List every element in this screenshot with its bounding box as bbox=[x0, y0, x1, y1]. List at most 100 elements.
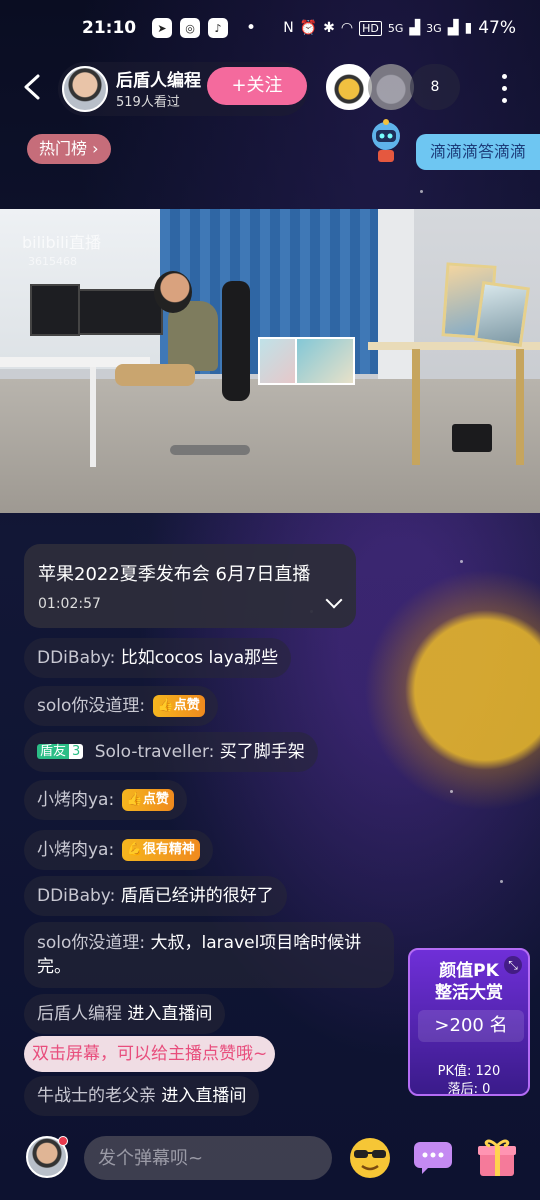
video-chair bbox=[222, 281, 250, 401]
chat-user[interactable]: DDiBaby: bbox=[37, 886, 115, 906]
video-person-head bbox=[154, 271, 192, 313]
robot-mascot-icon[interactable] bbox=[360, 114, 412, 166]
status-indicators: N ⏰ ✱ ◠ HD 5G ▟ 3G ▟ ▮ 47% bbox=[283, 18, 516, 38]
chat-message[interactable]: DDiBaby: 盾盾已经讲的很好了 bbox=[24, 876, 287, 916]
more-dot-icon bbox=[501, 73, 507, 79]
star-decoration bbox=[420, 190, 423, 193]
video-watermark: bilibili直播 bbox=[22, 233, 101, 252]
video-desk-leg bbox=[516, 349, 524, 465]
chat-text: 盾盾已经讲的很好了 bbox=[120, 886, 274, 906]
signal-5g-label: 5G bbox=[387, 21, 404, 35]
pk-rank: >200 名 bbox=[418, 1010, 524, 1042]
video-desk-leg bbox=[412, 349, 420, 465]
pk-score: PK值: 120 bbox=[437, 1064, 501, 1079]
chat-user[interactable]: 后盾人编程 bbox=[37, 1004, 122, 1024]
badge-label: 很有精神 bbox=[142, 842, 195, 857]
video-window bbox=[378, 209, 414, 389]
enter-room-message[interactable]: 牛战士的老父亲 进入直播间 bbox=[24, 1076, 260, 1116]
chat-user[interactable]: 牛战士的老父亲 bbox=[37, 1086, 156, 1106]
pk-title-line: 整活大赏 bbox=[435, 983, 503, 1003]
back-button[interactable] bbox=[20, 72, 46, 102]
chat-user[interactable]: solo你没道理: bbox=[37, 696, 145, 716]
chat-message[interactable]: 小烤肉ya: 💪很有精神 bbox=[24, 830, 213, 870]
battery-icon: ▮ bbox=[464, 20, 473, 36]
chat-user[interactable]: solo你没道理: bbox=[37, 933, 145, 953]
thumbs-up-icon: 👍 bbox=[157, 698, 174, 713]
bottom-bar bbox=[0, 1130, 540, 1190]
chat-user[interactable]: DDiBaby: bbox=[37, 648, 115, 668]
more-button[interactable] bbox=[492, 70, 516, 106]
star-decoration bbox=[500, 880, 503, 883]
hot-rank-button[interactable]: 热门榜 › bbox=[27, 134, 111, 164]
top-viewer-avatar[interactable] bbox=[368, 64, 414, 110]
fan-badge: 盾友 3 bbox=[37, 741, 84, 763]
video-desk-leg bbox=[90, 367, 96, 467]
video-monitor bbox=[30, 284, 80, 336]
thumbs-up-icon: 👍 bbox=[126, 792, 143, 807]
badge-label: 点赞 bbox=[173, 698, 200, 713]
chat-message[interactable]: solo你没道理: 大叔，laravel项目啥时候讲完。 bbox=[24, 922, 394, 988]
fan-badge-level: 3 bbox=[69, 744, 84, 759]
app-notification-icon: ◎ bbox=[180, 18, 200, 38]
video-person-legs bbox=[115, 364, 195, 386]
star-decoration bbox=[460, 560, 463, 563]
chat-user[interactable]: Solo-traveller: bbox=[95, 742, 215, 762]
spirit-badge: 💪很有精神 bbox=[121, 839, 200, 861]
chat-message[interactable]: solo你没道理: 👍点赞 bbox=[24, 686, 218, 726]
more-dot-icon bbox=[501, 85, 507, 91]
chat-message[interactable]: DDiBaby: 比如cocos laya那些 bbox=[24, 638, 292, 678]
video-room-id: 3615468 bbox=[28, 255, 77, 268]
wifi-icon: ◠ bbox=[340, 20, 354, 36]
app-notification-icon: ♪ bbox=[208, 18, 228, 38]
replay-title: 苹果2022夏季发布会 6月7日直播 bbox=[38, 564, 311, 585]
chat-text: 进入直播间 bbox=[127, 1004, 213, 1024]
chat-text: 买了脚手架 bbox=[219, 742, 305, 762]
like-badge: 👍点赞 bbox=[121, 789, 174, 811]
fan-badge-name: 盾友 bbox=[37, 744, 70, 759]
replay-time: 01:02:57 bbox=[38, 596, 101, 612]
gift-icon[interactable] bbox=[474, 1134, 520, 1180]
dot-icon: • bbox=[246, 18, 257, 38]
signal-icon: ▟ bbox=[447, 20, 459, 36]
chevron-down-icon[interactable] bbox=[325, 591, 343, 609]
chat-text: 进入直播间 bbox=[161, 1086, 247, 1106]
chevron-left-icon bbox=[24, 74, 40, 100]
status-time: 21:10 bbox=[82, 18, 137, 38]
status-app-icons: ➤ ◎ ♪ • bbox=[152, 18, 256, 38]
host-avatar[interactable] bbox=[62, 66, 108, 112]
top-viewer-avatar[interactable] bbox=[326, 64, 372, 110]
chat-user[interactable]: 小烤肉ya: bbox=[37, 840, 114, 860]
pk-behind: 落后: 0 bbox=[447, 1082, 491, 1096]
video-monitor bbox=[78, 289, 163, 335]
viewer-total: 519人看过 bbox=[116, 95, 180, 110]
replay-card[interactable]: 苹果2022夏季发布会 6月7日直播 01:02:57 bbox=[24, 544, 356, 628]
room-header: 后盾人编程 519人看过 +关注 8 bbox=[0, 58, 540, 120]
nfc-icon: N bbox=[283, 20, 294, 36]
video-frame bbox=[474, 280, 530, 348]
video-painting bbox=[295, 337, 355, 385]
app-notification-icon: ➤ bbox=[152, 18, 172, 38]
hd-label: HD bbox=[359, 20, 382, 36]
promo-banner[interactable]: 滴滴滴答滴滴 bbox=[416, 134, 540, 170]
like-tip: 双击屏幕，可以给主播点赞哦~ bbox=[24, 1036, 276, 1072]
muscle-icon: 💪 bbox=[126, 842, 143, 857]
message-bubble-icon[interactable] bbox=[412, 1138, 454, 1176]
enter-room-message[interactable]: 后盾人编程 进入直播间 bbox=[24, 994, 226, 1034]
chat-message[interactable]: 盾友 3 Solo-traveller: 买了脚手架 bbox=[24, 732, 318, 772]
signal-icon: ▟ bbox=[409, 20, 421, 36]
video-painting bbox=[258, 337, 298, 385]
live-video[interactable]: bilibili直播 3615468 bbox=[0, 209, 540, 513]
collapse-icon[interactable]: ⤡ bbox=[504, 956, 522, 974]
online-count[interactable]: 8 bbox=[410, 64, 460, 110]
follow-button[interactable]: +关注 bbox=[207, 67, 307, 105]
chat-user[interactable]: 小烤肉ya: bbox=[37, 790, 114, 810]
sunglasses-emoji-icon[interactable] bbox=[346, 1134, 394, 1180]
chat-message[interactable]: 小烤肉ya: 👍点赞 bbox=[24, 780, 187, 820]
signal-3g-label: 3G bbox=[426, 21, 442, 35]
battery-percent: 47% bbox=[478, 18, 516, 38]
bluetooth-icon: ✱ bbox=[323, 20, 335, 36]
danmaku-input[interactable] bbox=[84, 1136, 332, 1180]
more-dot-icon bbox=[501, 97, 507, 103]
pk-widget[interactable]: 颜值PK 整活大赏 ⤡ >200 名 PK值: 120 落后: 0 bbox=[408, 948, 530, 1096]
chat-text: 比如cocos laya那些 bbox=[120, 648, 279, 668]
